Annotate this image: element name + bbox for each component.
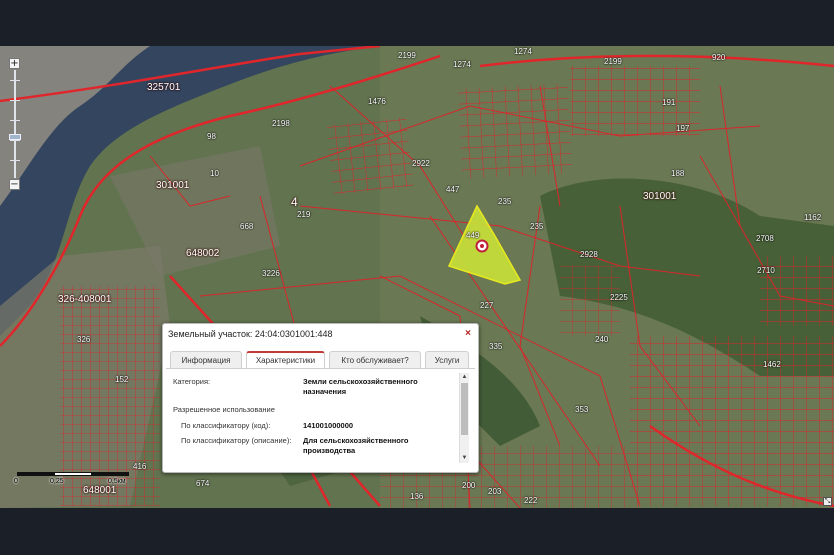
scale-label: 0 xyxy=(14,478,18,485)
classifier-desc-value: Для сельскохозяйственного производства xyxy=(303,436,409,455)
zoom-slider-track[interactable] xyxy=(10,70,20,178)
parcel-label: 1476 xyxy=(368,97,386,106)
parcel-label: 2199 xyxy=(604,57,622,66)
category-label: Категория: xyxy=(173,377,211,386)
zoom-control[interactable]: + − xyxy=(9,58,21,190)
tab-services[interactable]: Услуги xyxy=(425,351,469,368)
parcel-label: 416 xyxy=(133,462,147,471)
zoom-out-button[interactable]: − xyxy=(9,179,20,190)
parcel-label: 152 xyxy=(115,375,129,384)
parcel-label: 2225 xyxy=(610,293,628,302)
popup-title: Земельный участок: 24:04:0301001:448 xyxy=(168,329,333,339)
parcel-label: 98 xyxy=(207,132,216,141)
parcel-label: 10 xyxy=(210,169,219,178)
tab-who-serves[interactable]: Кто обслуживает? xyxy=(329,351,421,368)
quarter-label: 301001 xyxy=(643,191,677,202)
marker-icon[interactable] xyxy=(475,239,489,253)
parcel-label: 3226 xyxy=(262,269,280,278)
popup-content: Категория: Земли сельскохозяйственного н… xyxy=(169,372,461,464)
parcel-label: 197 xyxy=(676,124,690,133)
parcel-label: 227 xyxy=(480,301,494,310)
parcel-label: 203 xyxy=(488,487,502,496)
parcel-label: 2708 xyxy=(756,234,774,243)
quarter-label: 648002 xyxy=(186,248,220,259)
zoom-in-button[interactable]: + xyxy=(9,58,20,69)
parcel-label: 191 xyxy=(662,98,676,107)
permitted-use-label: Разрешенное использование xyxy=(173,405,275,414)
scrollbar-thumb[interactable] xyxy=(461,383,468,435)
parcel-label: 2928 xyxy=(580,250,598,259)
classifier-code-value: 141001000000 xyxy=(303,421,354,430)
parcel-label: 219 xyxy=(297,210,311,219)
parcel-label: 674 xyxy=(196,479,210,488)
parcel-label: 920 xyxy=(712,53,726,62)
tab-characteristics[interactable]: Характеристики xyxy=(246,351,325,368)
parcel-label: 326 xyxy=(77,335,91,344)
parcel-label: 2710 xyxy=(757,266,775,275)
close-icon[interactable]: × xyxy=(465,328,471,339)
resize-icon[interactable]: ⤡ xyxy=(823,497,832,506)
parcel-label: 2198 xyxy=(272,119,290,128)
parcel-label: 353 xyxy=(575,405,589,414)
scale-label: 0,5км xyxy=(108,478,126,485)
classifier-desc-label: По классификатору (описание): xyxy=(181,436,292,445)
quarter-label: 326-408001 xyxy=(58,294,112,305)
parcel-label: 1274 xyxy=(453,60,471,69)
parcel-label: 200 xyxy=(462,481,476,490)
scroll-up-icon[interactable]: ▲ xyxy=(461,373,468,381)
parcel-info-popup: Земельный участок: 24:04:0301001:448 × И… xyxy=(162,323,479,473)
category-value: Земли сельскохозяйственного назначения xyxy=(303,377,418,396)
map-view[interactable]: 325701 301001 301001 648002 326-408001 6… xyxy=(0,46,834,508)
parcel-label: 222 xyxy=(524,496,538,505)
popup-scrollbar[interactable]: ▲ ▼ xyxy=(459,373,469,463)
parcel-label: 1162 xyxy=(804,213,822,222)
parcel-label: 1462 xyxy=(763,360,781,369)
parcel-label: 136 xyxy=(410,492,424,501)
scale-label: 0,25 xyxy=(50,478,64,485)
parcel-label: 235 xyxy=(498,197,512,206)
scroll-down-icon[interactable]: ▼ xyxy=(461,454,468,462)
parcel-label: 188 xyxy=(671,169,685,178)
parcel-label: 1274 xyxy=(514,47,532,56)
quarter-label: 301001 xyxy=(156,180,190,191)
parcel-label: 240 xyxy=(595,335,609,344)
tab-information[interactable]: Информация xyxy=(170,351,242,368)
parcel-label: 2922 xyxy=(412,159,430,168)
parcel-label: 335 xyxy=(489,342,503,351)
parcel-label: 2199 xyxy=(398,51,416,60)
parcel-label: 447 xyxy=(446,185,460,194)
zoom-slider-handle[interactable] xyxy=(9,134,21,140)
scale-bar: 0 0,25 0,5км xyxy=(14,472,134,498)
parcel-label: 235 xyxy=(530,222,544,231)
quarter-label: 4 xyxy=(291,195,298,209)
quarter-label: 325701 xyxy=(147,82,181,93)
classifier-code-label: По классификатору (код): xyxy=(181,421,271,430)
parcel-label: 668 xyxy=(240,222,254,231)
